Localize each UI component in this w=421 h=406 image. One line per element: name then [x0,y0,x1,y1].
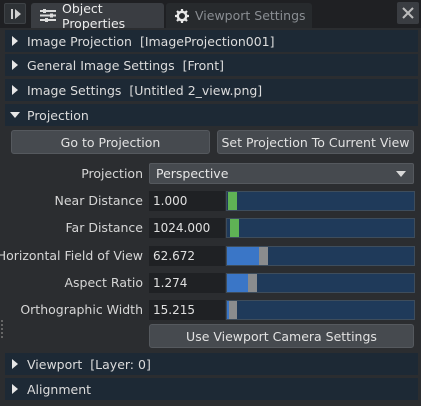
expand-arrow-icon [12,384,18,394]
projection-dropdown[interactable]: Perspective [149,163,414,184]
horizontal-fov-label: Horizontal Field of View [0,248,143,263]
aspect-ratio-input[interactable]: 1.274 [149,273,225,293]
section-image-projection[interactable]: Image Projection [ImageProjection001] [5,30,418,52]
properties-list-icon [40,9,56,22]
horizontal-fov-slider[interactable] [226,246,415,266]
far-distance-label: Far Distance [65,220,143,235]
tab-object-properties[interactable]: Object Properties [31,0,164,31]
near-distance-slider[interactable] [226,191,415,211]
horizontal-fov-input[interactable]: 62.672 [149,246,225,266]
use-viewport-camera-button[interactable]: Use Viewport Camera Settings [149,324,414,348]
section-detail: [ImageProjection001] [139,33,275,49]
slider-handle[interactable] [259,247,268,265]
section-alignment[interactable]: Alignment [5,378,418,400]
ortho-width-slider[interactable] [226,300,415,320]
projection-value: Perspective [156,166,229,181]
section-label: Viewport [27,356,83,372]
slider-fill [227,274,248,292]
play-arrow-icon [15,9,21,19]
tab-viewport-settings[interactable]: Viewport Settings [166,3,312,28]
tab-bar: Object Properties Viewport Settings [0,0,421,31]
close-button[interactable] [397,2,419,24]
section-label: Projection [27,107,89,123]
section-label: Alignment [27,381,92,397]
expand-arrow-icon [12,60,18,70]
near-distance-input[interactable]: 1.000 [149,191,225,211]
section-label: Image Projection [27,33,132,49]
tab-label: Viewport Settings [195,8,306,23]
pin-panel-button[interactable] [4,3,26,24]
expand-arrow-icon [12,36,18,46]
projection-label: Projection [81,166,143,181]
section-viewport[interactable]: Viewport [Layer: 0] [5,353,418,375]
ortho-width-input[interactable]: 15.215 [149,300,225,320]
expand-arrow-icon [12,85,18,95]
far-distance-input[interactable]: 1024.000 [149,218,225,238]
close-icon [402,7,414,19]
section-image-settings[interactable]: Image Settings [Untitled 2_view.png] [5,79,418,101]
gear-icon [175,8,189,23]
section-label: General Image Settings [27,57,175,73]
collapse-arrow-icon [10,112,20,118]
slider-handle[interactable] [228,192,237,210]
aspect-ratio-slider[interactable] [226,273,415,293]
section-projection[interactable]: Projection [5,104,418,126]
go-to-projection-button[interactable]: Go to Projection [11,130,210,154]
section-detail: [Layer: 0] [90,356,151,372]
section-detail: [Front] [182,57,225,73]
expand-arrow-icon [12,359,18,369]
slider-handle[interactable] [230,219,239,237]
tab-label: Object Properties [62,0,126,31]
slider-handle[interactable] [248,274,257,292]
set-projection-button[interactable]: Set Projection To Current View [217,130,414,154]
ortho-width-label: Orthographic Width [20,302,143,317]
section-detail: [Untitled 2_view.png] [129,82,263,98]
chevron-down-icon [396,171,406,177]
near-distance-label: Near Distance [54,193,143,208]
pin-icon [11,9,13,19]
far-distance-slider[interactable] [226,218,415,238]
section-label: Image Settings [27,82,122,98]
slider-fill [227,247,259,265]
aspect-ratio-label: Aspect Ratio [64,275,143,290]
resize-grip[interactable] [1,320,3,340]
section-general-image-settings[interactable]: General Image Settings [Front] [5,54,418,76]
slider-handle[interactable] [229,301,237,319]
